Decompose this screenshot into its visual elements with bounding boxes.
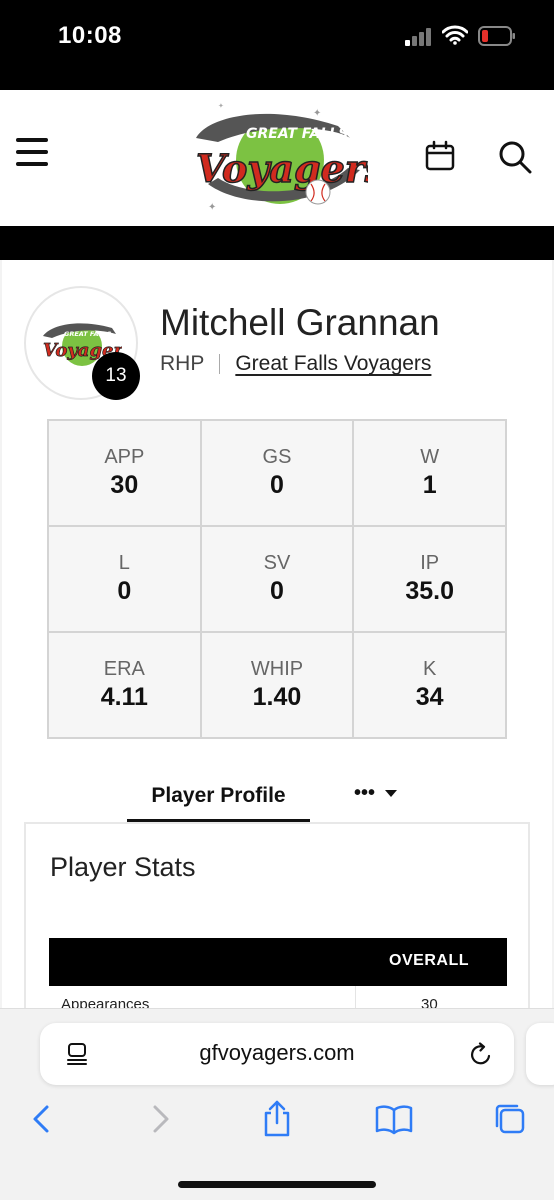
player-position: RHP <box>160 352 205 375</box>
menu-icon[interactable] <box>16 138 48 168</box>
home-indicator <box>178 1181 376 1188</box>
jersey-number-badge: 13 <box>92 352 140 400</box>
tabs-icon[interactable] <box>490 1099 530 1139</box>
stat-label: ERA <box>103 658 145 680</box>
back-icon[interactable] <box>22 1099 62 1139</box>
stat-label: GS <box>262 446 292 468</box>
forward-icon[interactable] <box>140 1099 180 1139</box>
meta-divider <box>219 354 221 374</box>
tab-player-profile[interactable]: Player Profile <box>127 768 310 823</box>
more-dots-icon: ••• <box>354 781 376 804</box>
stat-w: W1 <box>354 421 505 525</box>
battery-icon <box>478 26 515 46</box>
stats-table-header: OVERALL <box>49 938 507 986</box>
stat-value: 35.0 <box>405 577 454 605</box>
team-link[interactable]: Great Falls Voyagers <box>235 352 431 376</box>
svg-text:✦: ✦ <box>218 102 224 110</box>
url-text: gfvoyagers.com <box>199 1040 355 1065</box>
cellular-signal-icon <box>405 28 435 46</box>
stat-era: ERA 4.11 <box>49 633 200 737</box>
stat-value: 30 <box>110 471 139 499</box>
caret-down-icon <box>385 789 398 797</box>
next-tab-peek[interactable] <box>526 1023 554 1085</box>
stat-value: 1.40 <box>252 683 302 711</box>
stat-value: 0 <box>270 471 284 499</box>
share-icon[interactable] <box>257 1099 297 1139</box>
reload-icon[interactable] <box>468 1042 494 1068</box>
header-band <box>0 226 554 260</box>
player-name: Mitchell Grannan <box>160 302 440 343</box>
svg-text:✦: ✦ <box>313 108 321 119</box>
voyagers-logo[interactable]: ✦ ✦ ✦ GREAT FALLS Voyagers <box>188 98 368 218</box>
stat-label: IP <box>420 552 440 574</box>
stat-l: L0 <box>49 527 200 631</box>
stat-app: APP 30 <box>49 421 200 525</box>
svg-text:GREAT FALLS: GREAT FALLS <box>246 126 348 142</box>
calendar-icon[interactable] <box>424 140 456 172</box>
bookmarks-icon[interactable] <box>374 1099 414 1139</box>
stat-value: 0 <box>117 577 132 605</box>
stat-label: K <box>422 658 437 680</box>
stat-gs: GS 0 <box>201 421 353 525</box>
panel-title: Player Stats <box>50 852 196 882</box>
browser-toolbar: gfvoyagers.com <box>0 1008 554 1200</box>
stat-label: WHIP <box>250 658 304 680</box>
site-header: ✦ ✦ ✦ GREAT FALLS Voyagers <box>0 90 554 226</box>
player-stats-panel: Player Stats OVERALL Appearances 30 <box>24 822 530 1022</box>
tab-more-dropdown[interactable]: ••• <box>354 776 410 810</box>
svg-text:✦: ✦ <box>208 202 216 213</box>
player-meta: RHP Great Falls Voyagers <box>160 352 431 376</box>
stat-value: 4.11 <box>100 683 148 711</box>
stats-grid: APP 30 GS 0 W1 L0 SV 0 IP 35.0 ERA 4.11 WHIP 1… <box>47 419 507 739</box>
search-icon[interactable] <box>498 140 532 174</box>
svg-text:GREAT FALLS: GREAT FALLS <box>64 330 112 338</box>
wifi-icon <box>442 25 468 45</box>
address-bar[interactable]: gfvoyagers.com <box>40 1023 514 1085</box>
stat-k: K 34 <box>354 633 505 737</box>
stat-value: 1 <box>422 471 437 499</box>
column-header-overall: OVERALL <box>389 952 469 969</box>
stat-label: W <box>420 446 440 468</box>
stat-sv: SV 0 <box>201 527 353 631</box>
stat-whip: WHIP 1.40 <box>201 633 353 737</box>
stat-value: 0 <box>270 577 284 605</box>
status-bar: 10:08 <box>0 0 554 90</box>
svg-text:Voyagers: Voyagers <box>196 146 368 191</box>
stat-ip: IP 35.0 <box>354 527 505 631</box>
stat-value: 34 <box>415 683 444 711</box>
status-time: 10:08 <box>58 22 122 49</box>
stat-label: APP <box>104 446 145 468</box>
stat-label: L <box>118 552 130 574</box>
profile-tabs: Player Profile ••• <box>24 768 530 828</box>
stat-label: SV <box>263 552 291 574</box>
